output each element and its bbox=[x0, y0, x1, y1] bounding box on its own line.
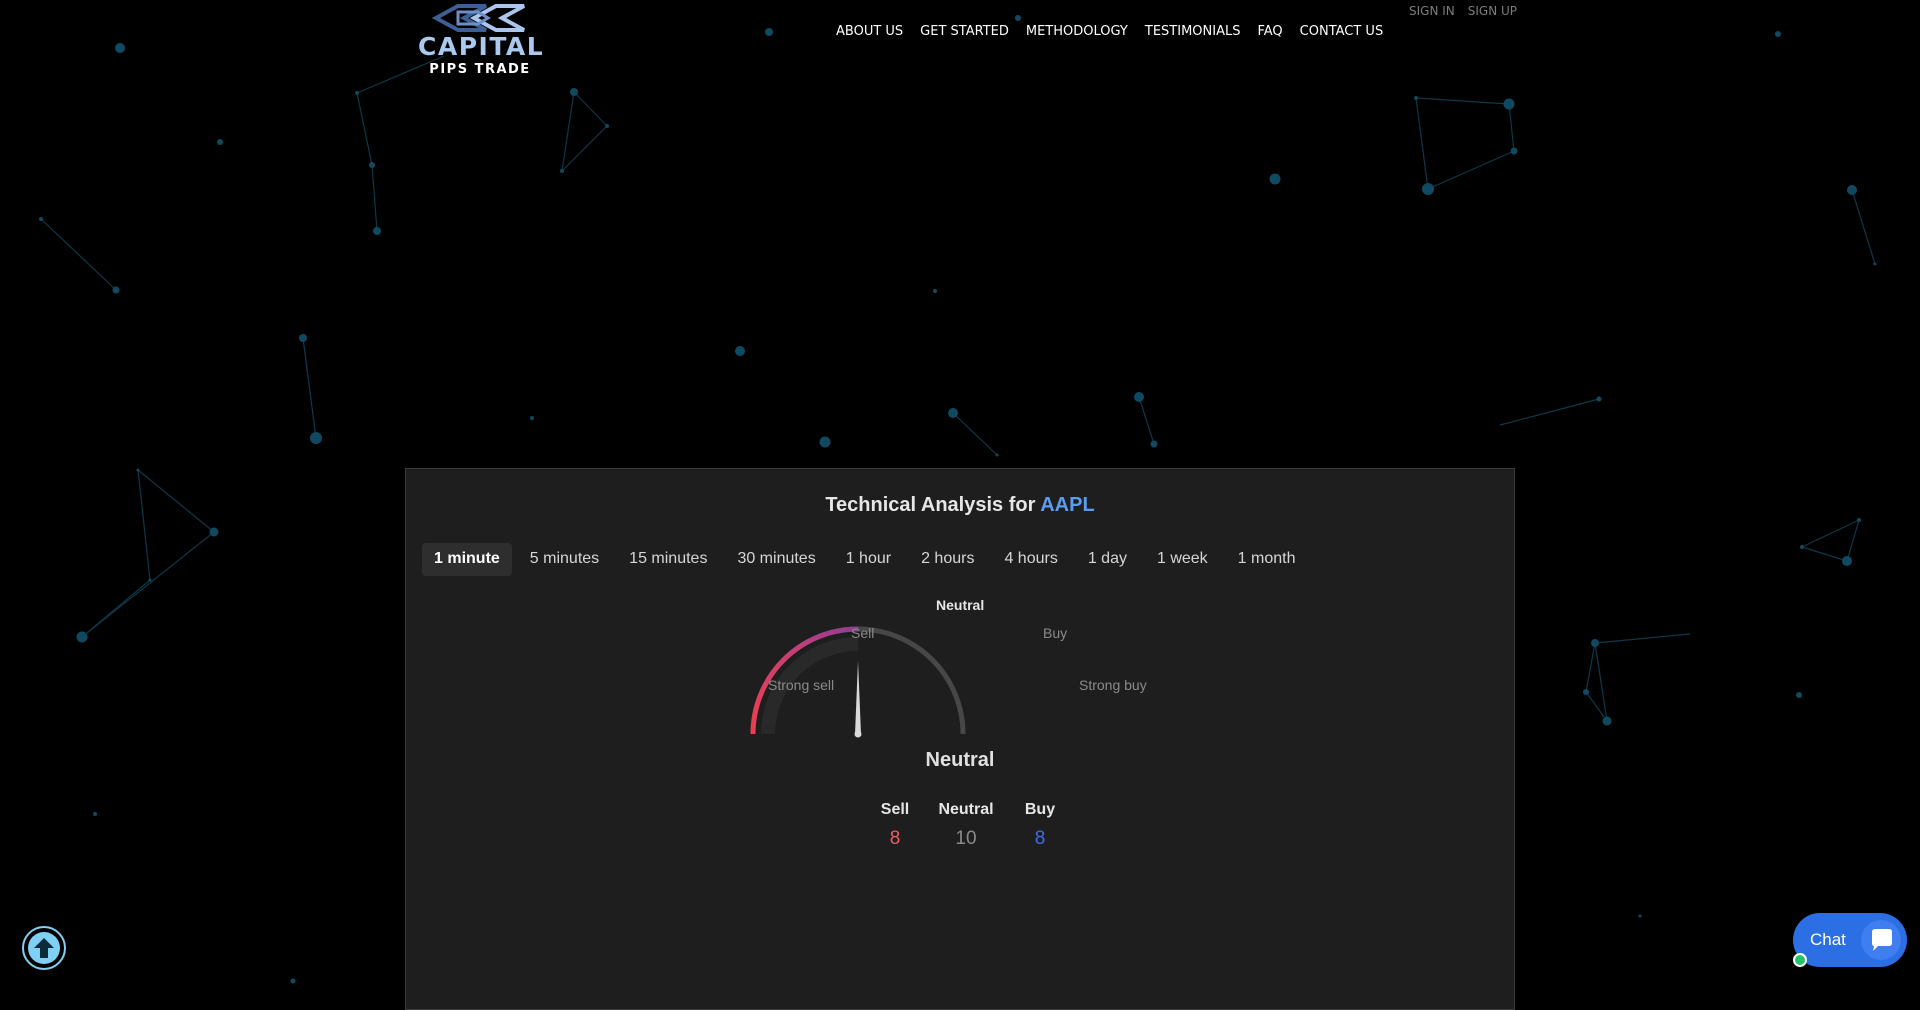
nav-methodology[interactable]: METHODOLOGY bbox=[1026, 24, 1128, 39]
sign-in-link[interactable]: SIGN IN bbox=[1409, 4, 1455, 18]
gauge-label-strong-buy: Strong buy bbox=[1079, 677, 1147, 693]
nav-faq[interactable]: FAQ bbox=[1257, 24, 1282, 39]
technical-analysis-widget: Technical Analysis for AAPL 1 minute 5 m… bbox=[405, 468, 1515, 1010]
gauge-label-sell: Sell bbox=[851, 625, 875, 641]
sell-count: Sell 8 bbox=[870, 801, 920, 850]
neutral-count-label: Neutral bbox=[938, 801, 994, 818]
buy-count-value: 8 bbox=[1034, 828, 1046, 849]
nav-get-started[interactable]: GET STARTED bbox=[920, 24, 1009, 39]
buy-count-label: Buy bbox=[1024, 801, 1056, 818]
sell-count-value: 8 bbox=[889, 828, 901, 849]
logo-mark-icon bbox=[431, 4, 525, 32]
chat-label: Chat bbox=[1810, 930, 1846, 949]
nav-testimonials[interactable]: TESTIMONIALS bbox=[1145, 24, 1241, 39]
nav-contact-us[interactable]: CONTACT US bbox=[1300, 24, 1384, 39]
nav-about-us[interactable]: ABOUT US bbox=[836, 24, 903, 39]
chat-bubble-icon bbox=[1861, 920, 1901, 960]
sell-count-label: Sell bbox=[880, 801, 910, 818]
online-status-dot bbox=[1793, 953, 1807, 967]
gauge-needle bbox=[854, 661, 862, 738]
gauge-label-buy: Buy bbox=[1043, 625, 1068, 641]
logo-title: CAPITAL bbox=[418, 32, 545, 61]
chat-button[interactable]: Chat bbox=[1793, 913, 1907, 967]
neutral-count-value: 10 bbox=[955, 828, 977, 849]
main-nav: ABOUT US GET STARTED METHODOLOGY TESTIMO… bbox=[836, 24, 1383, 39]
buy-count: Buy 8 bbox=[1015, 801, 1065, 850]
auth-links: SIGN IN SIGN UP bbox=[1409, 4, 1517, 18]
gauge-reading: Neutral bbox=[925, 749, 995, 771]
brand-logo[interactable]: CAPITAL PIPS TRADE bbox=[418, 2, 545, 78]
gauge-label-strong-sell: Strong sell bbox=[768, 677, 835, 693]
gauge-label-neutral: Neutral bbox=[936, 597, 985, 613]
scroll-to-top-button[interactable] bbox=[22, 926, 66, 970]
arrow-up-circle-icon bbox=[28, 932, 60, 964]
logo-subtitle: PIPS TRADE bbox=[429, 62, 531, 77]
neutral-count: Neutral 10 bbox=[931, 801, 1001, 850]
sign-up-link[interactable]: SIGN UP bbox=[1468, 4, 1517, 18]
